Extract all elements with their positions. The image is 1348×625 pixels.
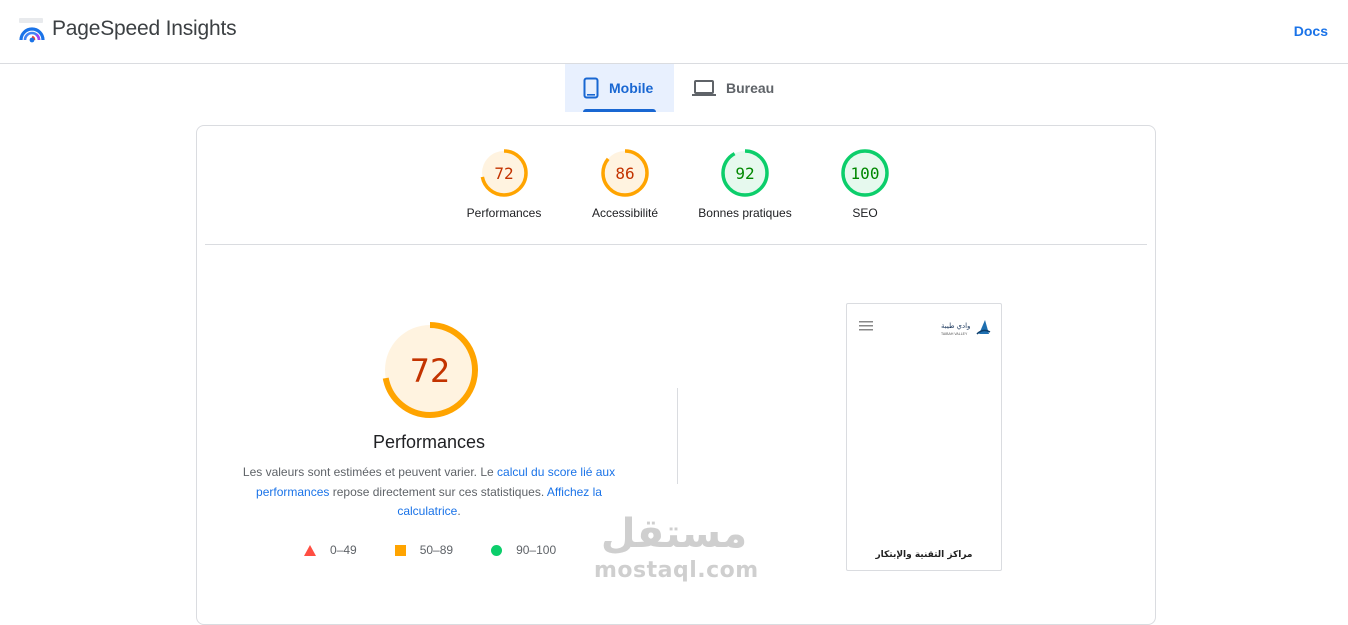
watermark-arabic: مستقل bbox=[600, 511, 748, 557]
gauge-score: 86 bbox=[615, 164, 634, 183]
hamburger-menu-icon bbox=[859, 321, 873, 331]
desc-text: repose directement sur ces statistiques. bbox=[329, 484, 547, 499]
gauge-label: Bonnes pratiques bbox=[698, 206, 792, 220]
gauge-performance[interactable]: 72 Performances bbox=[444, 148, 564, 220]
laptop-icon bbox=[692, 80, 716, 96]
gauge-score: 72 bbox=[494, 164, 513, 183]
tab-desktop-label: Bureau bbox=[726, 80, 775, 96]
legend-fail: 0–49 bbox=[304, 543, 357, 557]
legend-range: 0–49 bbox=[330, 543, 357, 557]
app-title: PageSpeed Insights bbox=[52, 17, 237, 40]
square-icon bbox=[394, 544, 406, 556]
circle-icon bbox=[491, 544, 503, 556]
legend-pass: 90–100 bbox=[491, 543, 556, 557]
desc-text: . bbox=[457, 504, 461, 518]
pagespeed-logo-icon bbox=[19, 18, 45, 43]
mostaql-watermark: مستقل mostaql.com bbox=[594, 510, 759, 594]
legend-range: 90–100 bbox=[516, 543, 557, 557]
device-tabs: Mobile Bureau bbox=[565, 64, 790, 112]
desc-text: Les valeurs sont estimées et peuvent var… bbox=[242, 465, 498, 479]
legend-average: 50–89 bbox=[394, 543, 454, 557]
performance-description: Les valeurs sont estimées et peuvent var… bbox=[237, 463, 621, 522]
gauge-seo[interactable]: 100 SEO bbox=[805, 148, 925, 220]
section-divider bbox=[677, 388, 678, 484]
smartphone-icon bbox=[583, 77, 599, 99]
gauge-score: 92 bbox=[735, 164, 754, 183]
taibah-valley-logo-icon: وادي طيبة TAIBAH VALLEY bbox=[941, 320, 991, 336]
gauge-ring: 72 bbox=[480, 149, 528, 197]
performance-title: Performances bbox=[372, 432, 486, 452]
triangle-icon bbox=[304, 544, 316, 556]
score-legend: 0–49 50–89 90–100 bbox=[304, 543, 594, 557]
performance-main-gauge: 72 bbox=[382, 322, 478, 418]
gauge-ring: 100 bbox=[841, 149, 889, 197]
logo-text: وادي طيبة bbox=[941, 323, 970, 330]
screenshot-caption: مراكز التقنية والإبتكار bbox=[875, 550, 973, 560]
gauge-label: Accessibilité bbox=[591, 206, 659, 220]
logo-subtext: TAIBAH VALLEY bbox=[941, 332, 968, 336]
gauge-best-practices[interactable]: 92 Bonnes pratiques bbox=[685, 148, 805, 220]
docs-link[interactable]: Docs bbox=[1294, 23, 1328, 39]
gauge-accessibility[interactable]: 86 Accessibilité bbox=[565, 148, 685, 220]
top-app-bar: PageSpeed Insights Docs bbox=[0, 0, 1348, 64]
tab-mobile[interactable]: Mobile bbox=[565, 64, 674, 112]
tab-desktop[interactable]: Bureau bbox=[674, 64, 790, 112]
tab-mobile-label: Mobile bbox=[609, 80, 654, 96]
gauge-label: Performances bbox=[466, 206, 542, 220]
main-score: 72 bbox=[410, 352, 451, 390]
score-gauges: 72 Performances 86 Accessibilité 92 Bonn… bbox=[205, 126, 1147, 245]
gauge-ring: 86 bbox=[601, 149, 649, 197]
gauge-score: 100 bbox=[851, 164, 880, 183]
legend-range: 50–89 bbox=[419, 543, 454, 557]
page-screenshot: وادي طيبة TAIBAH VALLEY مراكز التقنية وا… bbox=[846, 303, 1002, 571]
watermark-latin: mostaql.com bbox=[594, 558, 759, 583]
gauge-ring: 92 bbox=[721, 149, 769, 197]
gauge-label: SEO bbox=[852, 206, 878, 220]
